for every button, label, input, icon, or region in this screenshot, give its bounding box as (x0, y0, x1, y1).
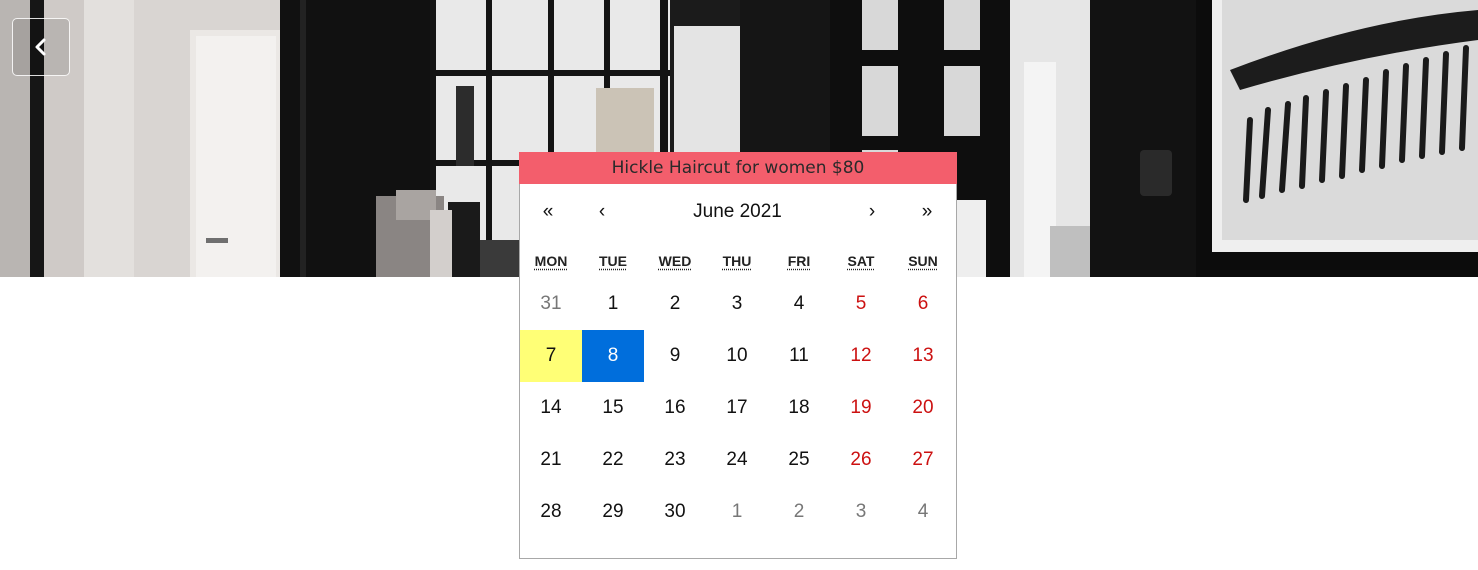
day-cell[interactable]: 18 (768, 382, 830, 434)
day-cell[interactable]: 4 (892, 486, 954, 538)
day-cell[interactable]: 14 (520, 382, 582, 434)
day-cell[interactable]: 27 (892, 434, 954, 486)
weekday-label: WED (658, 253, 692, 269)
weekday-label: TUE (599, 253, 627, 269)
day-cell[interactable]: 4 (768, 278, 830, 330)
page: Hickle Haircut for women $80 « ‹ June 20… (0, 0, 1478, 570)
day-cell[interactable]: 21 (520, 434, 582, 486)
day-cell[interactable]: 24 (706, 434, 768, 486)
day-cell[interactable]: 20 (892, 382, 954, 434)
day-cell[interactable]: 19 (830, 382, 892, 434)
day-cell[interactable]: 23 (644, 434, 706, 486)
back-button[interactable] (12, 18, 70, 76)
day-cell[interactable]: 25 (768, 434, 830, 486)
day-cell[interactable]: 5 (830, 278, 892, 330)
day-cell[interactable]: 2 (644, 278, 706, 330)
day-cell[interactable]: 11 (768, 330, 830, 382)
weekday-label: FRI (787, 253, 811, 269)
day-cell-today[interactable]: 7 (520, 330, 582, 382)
weekday-label: MON (534, 253, 568, 269)
day-cell-selected[interactable]: 8 (582, 330, 644, 382)
day-cell[interactable]: 26 (830, 434, 892, 486)
day-cell[interactable]: 1 (582, 278, 644, 330)
day-cell[interactable]: 17 (706, 382, 768, 434)
day-cell[interactable]: 15 (582, 382, 644, 434)
day-cell[interactable]: 29 (582, 486, 644, 538)
day-cell[interactable]: 3 (706, 278, 768, 330)
weekday-label: SUN (908, 253, 938, 269)
day-cell[interactable]: 2 (768, 486, 830, 538)
day-cell[interactable]: 6 (892, 278, 954, 330)
calendar-popup: Hickle Haircut for women $80 « ‹ June 20… (519, 152, 957, 559)
next-month-button[interactable]: › (852, 192, 892, 232)
calendar-navigation: « ‹ June 2021 › » (520, 184, 956, 244)
day-cell[interactable]: 30 (644, 486, 706, 538)
chevron-left-icon (35, 38, 46, 56)
day-cell[interactable]: 3 (830, 486, 892, 538)
day-cell[interactable]: 12 (830, 330, 892, 382)
next-year-button[interactable]: » (907, 192, 947, 232)
day-cell[interactable]: 22 (582, 434, 644, 486)
day-cell[interactable]: 28 (520, 486, 582, 538)
previous-year-button[interactable]: « (528, 192, 568, 232)
weekday-label: THU (722, 253, 752, 269)
previous-month-button[interactable]: ‹ (582, 192, 622, 232)
weekday-label: SAT (847, 253, 875, 269)
day-cell[interactable]: 10 (706, 330, 768, 382)
day-cell[interactable]: 1 (706, 486, 768, 538)
day-cell[interactable]: 16 (644, 382, 706, 434)
day-cell[interactable]: 13 (892, 330, 954, 382)
day-cell[interactable]: 9 (644, 330, 706, 382)
weekday-header: MON TUE WED THU FRI SAT SUN (520, 244, 956, 278)
day-cell[interactable]: 31 (520, 278, 582, 330)
day-grid: 31 1 2 3 4 5 6 7 8 9 10 11 12 13 14 15 1… (520, 278, 956, 538)
month-label[interactable]: June 2021 (660, 192, 815, 232)
calendar-title: Hickle Haircut for women $80 (519, 152, 957, 184)
